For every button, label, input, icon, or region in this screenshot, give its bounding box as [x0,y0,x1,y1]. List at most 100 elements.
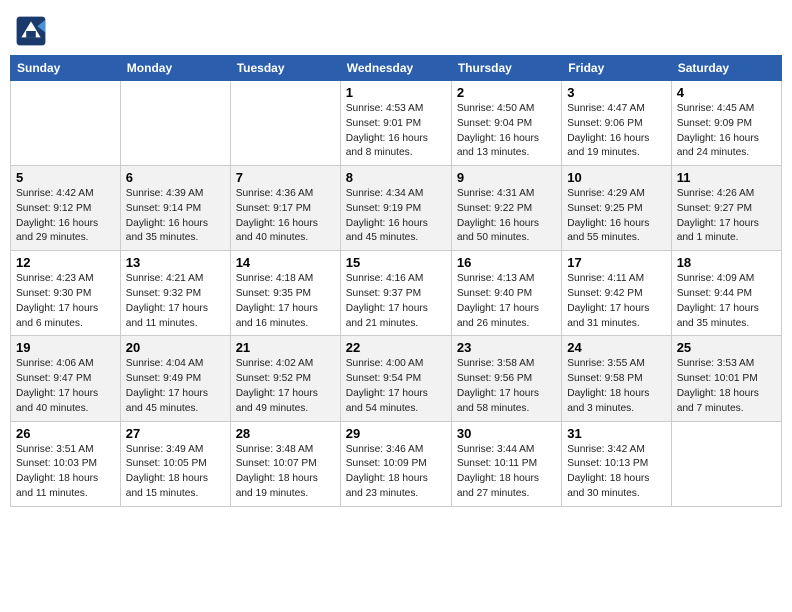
day-cell: 31Sunrise: 3:42 AM Sunset: 10:13 PM Dayl… [562,421,671,506]
day-cell: 23 Sunrise: 3:58 AM Sunset: 9:56 PM Dayli… [451,336,561,421]
day-cell: 13 Sunrise: 4:21 AM Sunset: 9:32 PM Dayli… [120,251,230,336]
day-cell: 15 Sunrise: 4:16 AM Sunset: 9:37 PM Dayli… [340,251,451,336]
day-cell: 5Sunrise: 4:42 AM Sunset: 9:12 PM Daylig… [11,166,121,251]
day-number: 15 [346,255,446,270]
day-number: 27 [126,426,225,441]
day-info: Sunrise: 4:04 AM Sunset: 9:49 PM Dayligh… [126,357,225,416]
day-info: Sunrise: 3:48 AM Sunset: 10:07 PM Daylig… [236,443,335,502]
day-cell: 24 Sunrise: 3:55 AM Sunset: 9:58 PM Dayli… [562,336,671,421]
day-number: 8 [346,170,446,185]
day-info: Sunrise: 4:06 AM Sunset: 9:47 PM Dayligh… [16,357,115,416]
calendar-table: SundayMondayTuesdayWednesdayThursdayFrid… [10,55,782,507]
day-cell: 9 Sunrise: 4:31 AM Sunset: 9:22 PM Daylig… [451,166,561,251]
day-number: 9 [457,170,556,185]
day-cell [11,81,121,166]
week-row-2: 5Sunrise: 4:42 AM Sunset: 9:12 PM Daylig… [11,166,782,251]
day-number: 24 [567,340,665,355]
header-cell-monday: Monday [120,56,230,81]
logo [15,15,51,47]
day-cell: 16Sunrise: 4:13 AM Sunset: 9:40 PM Dayli… [451,251,561,336]
day-cell: 19 Sunrise: 4:06 AM Sunset: 9:47 PM Dayli… [11,336,121,421]
day-cell: 4Sunrise: 4:45 AM Sunset: 9:09 PM Daylig… [671,81,781,166]
day-info: Sunrise: 4:21 AM Sunset: 9:32 PM Dayligh… [126,272,225,331]
day-cell: 2 Sunrise: 4:50 AM Sunset: 9:04 PM Daylig… [451,81,561,166]
header-cell-wednesday: Wednesday [340,56,451,81]
day-number: 3 [567,85,665,100]
day-number: 18 [677,255,776,270]
day-number: 13 [126,255,225,270]
header-cell-thursday: Thursday [451,56,561,81]
day-number: 25 [677,340,776,355]
header-cell-saturday: Saturday [671,56,781,81]
day-cell: 10 Sunrise: 4:29 AM Sunset: 9:25 PM Dayli… [562,166,671,251]
day-number: 6 [126,170,225,185]
day-cell: 1Sunrise: 4:53 AM Sunset: 9:01 PM Daylig… [340,81,451,166]
day-number: 5 [16,170,115,185]
day-number: 14 [236,255,335,270]
day-cell: 11 Sunrise: 4:26 AM Sunset: 9:27 PM Dayli… [671,166,781,251]
day-number: 10 [567,170,665,185]
day-info: Sunrise: 4:50 AM Sunset: 9:04 PM Dayligh… [457,102,556,161]
day-info: Sunrise: 3:53 AM Sunset: 10:01 PM Daylig… [677,357,776,416]
day-number: 4 [677,85,776,100]
header-cell-friday: Friday [562,56,671,81]
day-cell: 6 Sunrise: 4:39 AM Sunset: 9:14 PM Daylig… [120,166,230,251]
day-cell: 27 Sunrise: 3:49 AM Sunset: 10:05 PM Dayl… [120,421,230,506]
day-info: Sunrise: 3:55 AM Sunset: 9:58 PM Dayligh… [567,357,665,416]
day-info: Sunrise: 4:16 AM Sunset: 9:37 PM Dayligh… [346,272,446,331]
day-cell: 30 Sunrise: 3:44 AM Sunset: 10:11 PM Dayl… [451,421,561,506]
day-cell [120,81,230,166]
day-cell: 14 Sunrise: 4:18 AM Sunset: 9:35 PM Dayli… [230,251,340,336]
day-cell: 25 Sunrise: 3:53 AM Sunset: 10:01 PM Dayl… [671,336,781,421]
day-number: 26 [16,426,115,441]
day-cell: 3Sunrise: 4:47 AM Sunset: 9:06 PM Daylig… [562,81,671,166]
week-row-1: 1Sunrise: 4:53 AM Sunset: 9:01 PM Daylig… [11,81,782,166]
day-cell: 20 Sunrise: 4:04 AM Sunset: 9:49 PM Dayli… [120,336,230,421]
day-number: 7 [236,170,335,185]
day-cell: 7 Sunrise: 4:36 AM Sunset: 9:17 PM Daylig… [230,166,340,251]
day-info: Sunrise: 4:00 AM Sunset: 9:54 PM Dayligh… [346,357,446,416]
day-info: Sunrise: 3:46 AM Sunset: 10:09 PM Daylig… [346,443,446,502]
day-info: Sunrise: 4:53 AM Sunset: 9:01 PM Dayligh… [346,102,446,161]
header-row: SundayMondayTuesdayWednesdayThursdayFrid… [11,56,782,81]
day-cell: 12 Sunrise: 4:23 AM Sunset: 9:30 PM Dayli… [11,251,121,336]
day-number: 29 [346,426,446,441]
header-cell-tuesday: Tuesday [230,56,340,81]
logo-icon [15,15,47,47]
week-row-5: 26 Sunrise: 3:51 AM Sunset: 10:03 PM Dayl… [11,421,782,506]
day-cell: 21Sunrise: 4:02 AM Sunset: 9:52 PM Dayli… [230,336,340,421]
day-info: Sunrise: 4:36 AM Sunset: 9:17 PM Dayligh… [236,187,335,246]
day-number: 11 [677,170,776,185]
day-number: 19 [16,340,115,355]
day-number: 30 [457,426,556,441]
day-number: 23 [457,340,556,355]
day-cell: 28 Sunrise: 3:48 AM Sunset: 10:07 PM Dayl… [230,421,340,506]
day-info: Sunrise: 3:44 AM Sunset: 10:11 PM Daylig… [457,443,556,502]
day-info: Sunrise: 4:31 AM Sunset: 9:22 PM Dayligh… [457,187,556,246]
day-info: Sunrise: 3:51 AM Sunset: 10:03 PM Daylig… [16,443,115,502]
day-number: 22 [346,340,446,355]
day-info: Sunrise: 4:39 AM Sunset: 9:14 PM Dayligh… [126,187,225,246]
day-info: Sunrise: 4:29 AM Sunset: 9:25 PM Dayligh… [567,187,665,246]
header [10,10,782,47]
day-cell: 8Sunrise: 4:34 AM Sunset: 9:19 PM Daylig… [340,166,451,251]
week-row-4: 19 Sunrise: 4:06 AM Sunset: 9:47 PM Dayli… [11,336,782,421]
header-cell-sunday: Sunday [11,56,121,81]
day-info: Sunrise: 4:09 AM Sunset: 9:44 PM Dayligh… [677,272,776,331]
day-cell: 22 Sunrise: 4:00 AM Sunset: 9:54 PM Dayli… [340,336,451,421]
day-number: 31 [567,426,665,441]
day-info: Sunrise: 3:58 AM Sunset: 9:56 PM Dayligh… [457,357,556,416]
day-number: 28 [236,426,335,441]
day-cell [671,421,781,506]
week-row-3: 12 Sunrise: 4:23 AM Sunset: 9:30 PM Dayli… [11,251,782,336]
day-number: 12 [16,255,115,270]
day-cell: 18 Sunrise: 4:09 AM Sunset: 9:44 PM Dayli… [671,251,781,336]
day-cell: 26 Sunrise: 3:51 AM Sunset: 10:03 PM Dayl… [11,421,121,506]
day-info: Sunrise: 3:49 AM Sunset: 10:05 PM Daylig… [126,443,225,502]
day-number: 20 [126,340,225,355]
day-number: 2 [457,85,556,100]
day-info: Sunrise: 4:23 AM Sunset: 9:30 PM Dayligh… [16,272,115,331]
day-info: Sunrise: 4:18 AM Sunset: 9:35 PM Dayligh… [236,272,335,331]
day-info: Sunrise: 4:26 AM Sunset: 9:27 PM Dayligh… [677,187,776,246]
day-cell [230,81,340,166]
